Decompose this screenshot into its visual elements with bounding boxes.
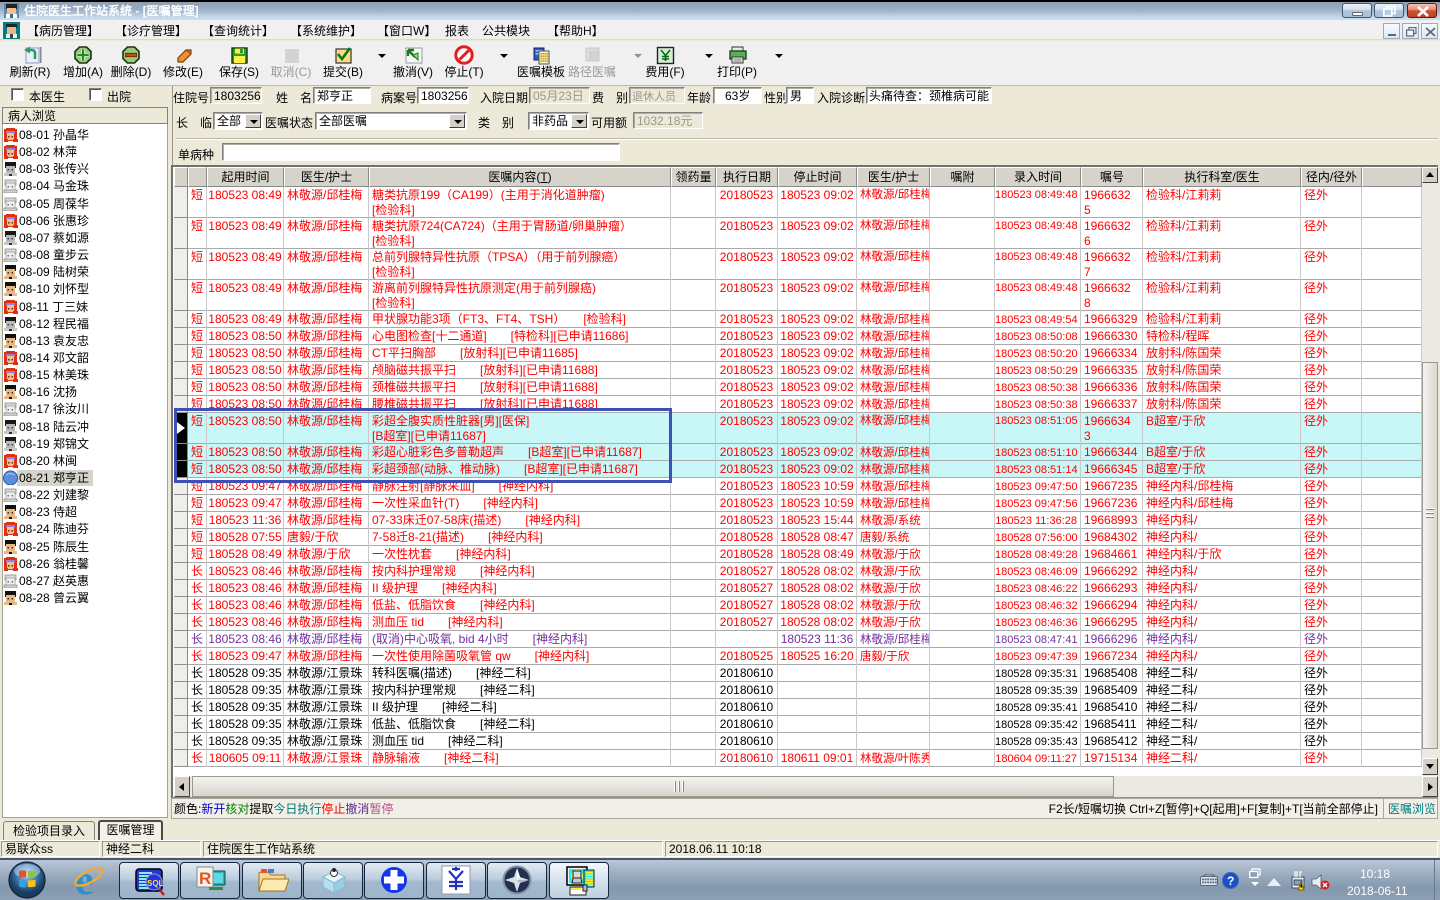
svg-text:?: ?: [1227, 872, 1234, 889]
svg-text:R: R: [199, 865, 211, 889]
svg-text:SQL: SQL: [147, 878, 164, 889]
